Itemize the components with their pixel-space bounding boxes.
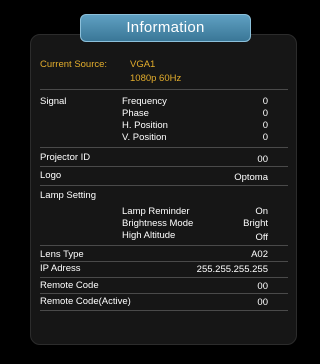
signal-h-position-label: H. Position	[122, 120, 168, 131]
separator	[40, 245, 288, 246]
current-source-value: VGA1	[130, 59, 156, 70]
separator	[40, 147, 288, 148]
brightness-mode-label: Brightness Mode	[122, 218, 194, 229]
lens-type-value: A02	[251, 249, 268, 260]
separator	[40, 166, 288, 167]
panel-title: Information	[80, 14, 251, 42]
signal-phase-label: Phase	[122, 108, 149, 119]
separator	[40, 261, 288, 262]
current-source-label: Current Source:	[40, 59, 108, 70]
separator	[40, 277, 288, 278]
signal-v-position-label: V. Position	[122, 132, 167, 143]
current-source-detail: 1080p 60Hz	[130, 73, 182, 84]
lamp-reminder-value: On	[255, 206, 268, 217]
brightness-mode-value: Bright	[243, 218, 268, 229]
high-altitude-value: Off	[255, 232, 269, 243]
high-altitude-label: High Altitude	[122, 230, 176, 241]
lamp-reminder-label: Lamp Reminder	[122, 206, 190, 217]
remote-code-label: Remote Code	[40, 280, 99, 291]
lamp-setting-label: Lamp Setting	[40, 190, 96, 201]
separator	[40, 310, 288, 311]
ip-address-label: IP Adress	[40, 263, 81, 274]
signal-frequency-value: 0	[262, 96, 268, 107]
projector-id-label: Projector ID	[40, 152, 91, 163]
ip-address-value: 255.255.255.255	[196, 264, 268, 275]
logo-value: Optoma	[234, 172, 268, 183]
remote-code-active-label: Remote Code(Active)	[40, 296, 131, 307]
separator	[40, 89, 288, 90]
projector-id-value: 00	[257, 154, 268, 165]
signal-frequency-label: Frequency	[122, 96, 167, 107]
logo-label: Logo	[40, 170, 62, 181]
signal-v-position-value: 0	[262, 132, 268, 143]
remote-code-value: 00	[257, 281, 268, 292]
lens-type-label: Lens Type	[40, 249, 84, 260]
separator	[40, 293, 288, 294]
signal-phase-value: 0	[262, 108, 268, 119]
signal-h-position-value: 0	[262, 120, 268, 131]
signal-label: Signal	[40, 96, 67, 107]
separator	[40, 185, 288, 186]
remote-code-active-value: 00	[257, 297, 268, 308]
